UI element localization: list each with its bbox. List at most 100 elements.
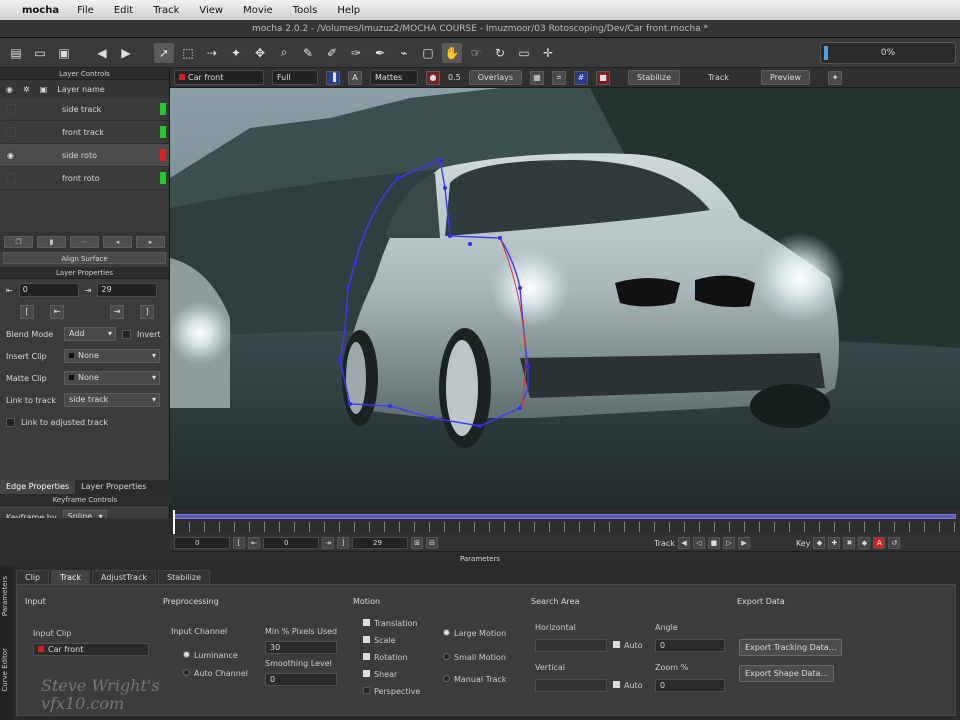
add-bezier-icon[interactable]: ✒ <box>370 43 390 63</box>
pan-tool-icon[interactable]: ✥ <box>250 43 270 63</box>
luminance-radio[interactable] <box>183 651 190 658</box>
hand-tool-icon[interactable]: ✋ <box>442 42 462 63</box>
manual-track-radio[interactable] <box>443 675 450 682</box>
clip-viewer[interactable] <box>170 88 960 512</box>
set-end-icon[interactable]: ] <box>337 537 349 549</box>
shear-option[interactable]: Shear <box>363 670 397 679</box>
rotate-tool-icon[interactable]: ↻ <box>490 43 510 63</box>
layer-color-swatch[interactable] <box>160 103 166 115</box>
spline-point[interactable] <box>438 158 442 162</box>
zoom-range-icon[interactable]: ⊟ <box>426 537 438 549</box>
rotation-option[interactable]: Rotation <box>363 653 407 662</box>
translation-checkbox[interactable] <box>363 619 370 626</box>
end-frame-field[interactable]: 29 <box>352 537 408 549</box>
spline-point[interactable] <box>448 234 452 238</box>
clip-select[interactable]: Car front <box>174 70 264 85</box>
shear-checkbox[interactable] <box>363 670 370 677</box>
manual-track-option[interactable]: Manual Track <box>443 675 507 684</box>
link-track-select[interactable]: side track <box>64 393 160 407</box>
track-stop-icon[interactable]: ■ <box>707 537 720 549</box>
blend-mode-select[interactable]: Add <box>64 327 116 341</box>
delete-key-icon[interactable]: ✖ <box>843 537 856 549</box>
menu-help[interactable]: Help <box>337 5 360 16</box>
redo-icon[interactable]: ▶ <box>116 43 136 63</box>
layer-group-icon[interactable]: ⋯ <box>70 236 99 248</box>
perspective-option[interactable]: Perspective <box>363 687 420 696</box>
delete-layer-icon[interactable]: ▮ <box>37 236 66 248</box>
large-motion-radio[interactable] <box>443 629 450 636</box>
spline-point[interactable] <box>443 186 447 190</box>
spline-point[interactable] <box>338 358 342 362</box>
spline-point[interactable] <box>468 242 472 246</box>
zoom-tool-icon[interactable]: ⌕ <box>274 43 294 63</box>
set-in-point-icon[interactable]: [ <box>20 305 34 319</box>
menu-edit[interactable]: Edit <box>114 5 133 16</box>
layer-visibility-toggle[interactable] <box>6 127 16 137</box>
large-motion-option[interactable]: Large Motion <box>443 629 506 638</box>
track-view-label[interactable]: Track <box>708 73 729 82</box>
fit-range-icon[interactable]: ⊞ <box>411 537 423 549</box>
link-adjusted-checkbox[interactable] <box>6 417 15 427</box>
auto-channel-option[interactable]: Auto Channel <box>183 669 248 678</box>
min-pixels-field[interactable]: 30 <box>265 641 337 654</box>
autokey-icon[interactable]: A <box>873 537 886 549</box>
spline-point[interactable] <box>526 364 530 368</box>
timeline-range-bar[interactable] <box>174 514 956 519</box>
spline-point[interactable] <box>478 424 482 428</box>
playhead[interactable] <box>173 510 178 534</box>
layer-up-icon[interactable]: ◂ <box>103 236 132 248</box>
layer-color-swatch[interactable] <box>160 172 166 184</box>
transform-tool-icon[interactable]: ▭ <box>514 43 534 63</box>
add-key-icon[interactable]: ✚ <box>828 537 841 549</box>
spline-point[interactable] <box>346 286 350 290</box>
auto-channel-radio[interactable] <box>183 669 190 676</box>
spline-point[interactable] <box>430 416 434 420</box>
menu-view[interactable]: View <box>199 5 223 16</box>
timeline[interactable] <box>170 510 960 535</box>
small-motion-option[interactable]: Small Motion <box>443 653 506 662</box>
vertical-auto-checkbox[interactable] <box>613 681 620 688</box>
invert-checkbox[interactable] <box>122 329 131 339</box>
save-project-icon[interactable]: ▣ <box>54 43 74 63</box>
spline-point[interactable] <box>353 261 357 265</box>
perspective-checkbox[interactable] <box>363 687 370 694</box>
channel-rgb-icon[interactable]: ▐ <box>326 70 340 85</box>
smoothing-field[interactable]: 0 <box>265 673 337 686</box>
translation-option[interactable]: Translation <box>363 619 418 628</box>
in-point-field[interactable]: 0 <box>18 283 79 297</box>
spline-point[interactable] <box>388 404 392 408</box>
spline-point[interactable] <box>396 176 400 180</box>
select-layer-icon[interactable]: ⇢ <box>202 43 222 63</box>
track-backward-icon[interactable]: ◀ <box>677 537 690 549</box>
next-key-icon[interactable]: ◆ <box>858 537 871 549</box>
angle-field[interactable]: 0 <box>655 639 725 652</box>
tab-stabilize[interactable]: Stabilize <box>158 570 210 584</box>
go-out-point-icon[interactable]: ⇥ <box>110 305 124 319</box>
tab-clip[interactable]: Clip <box>16 570 50 584</box>
rotation-checkbox[interactable] <box>363 653 370 660</box>
menu-movie[interactable]: Movie <box>243 5 273 16</box>
pointer-tool-icon[interactable]: ☞ <box>466 43 486 63</box>
mattes-select[interactable]: Mattes <box>370 70 418 85</box>
small-motion-radio[interactable] <box>443 653 450 660</box>
vertical-auto-option[interactable]: Auto <box>613 681 643 690</box>
layer-visibility-toggle[interactable] <box>6 173 16 183</box>
spline-point[interactable] <box>518 286 522 290</box>
layer-row-front-track[interactable]: front track <box>0 121 169 144</box>
undo-icon[interactable]: ◀ <box>92 43 112 63</box>
horizontal-auto-option[interactable]: Auto <box>613 641 643 650</box>
view-options-icon[interactable]: ✦ <box>828 70 843 85</box>
grid-icon[interactable]: # <box>574 70 589 85</box>
select-points-icon[interactable]: ⬚ <box>178 43 198 63</box>
viewer-canvas[interactable] <box>170 88 960 512</box>
scale-checkbox[interactable] <box>363 636 370 643</box>
spline-point[interactable] <box>348 402 352 406</box>
tab-adjusttrack[interactable]: AdjustTrack <box>92 570 156 584</box>
current-frame-field[interactable]: 0 <box>263 537 319 549</box>
layer-visibility-toggle[interactable]: ◉ <box>6 150 16 160</box>
overlay-options-icon[interactable]: ▦ <box>530 70 545 85</box>
go-in-point-icon[interactable]: ⇤ <box>50 305 64 319</box>
luminance-option[interactable]: Luminance <box>183 651 238 660</box>
spline-point[interactable] <box>498 236 502 240</box>
go-end-icon[interactable]: ⇥ <box>322 537 334 549</box>
